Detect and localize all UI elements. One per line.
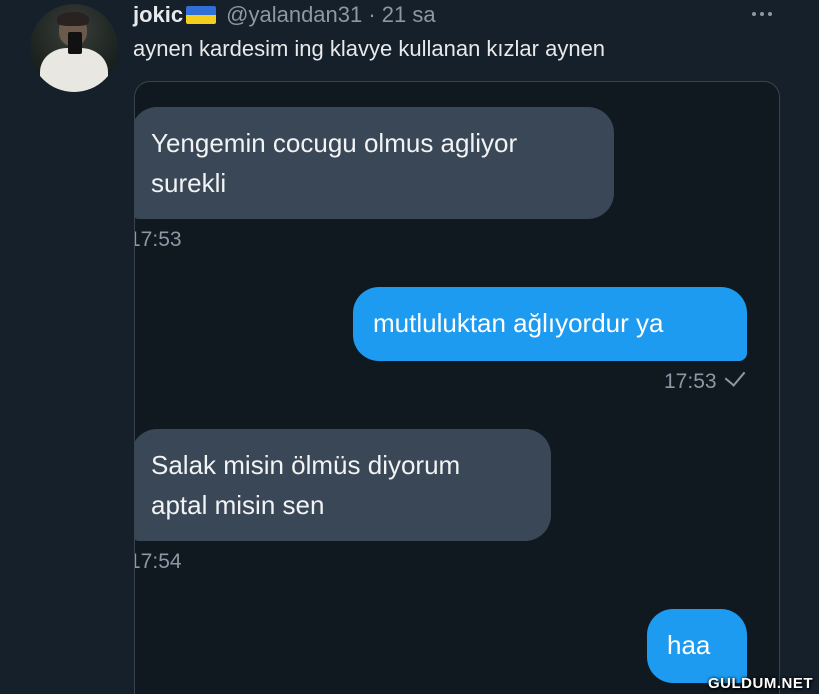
message-text: Salak misin ölmüs diyorum bbox=[151, 450, 461, 480]
message-timestamp-row: 17:53 bbox=[664, 365, 745, 394]
message-bubble-outgoing: mutluluktan ağlıyordur ya bbox=[353, 287, 747, 361]
tweet-header: jokic @yalandan31 · 21 sa bbox=[133, 2, 436, 28]
message-timestamp: 17:53 bbox=[664, 370, 717, 393]
check-icon bbox=[724, 365, 745, 387]
handle-and-time[interactable]: @yalandan31 · 21 sa bbox=[226, 2, 435, 28]
message-bubble-incoming: Salak misin ölmüs diyorum aptal misin se… bbox=[135, 429, 551, 541]
ukraine-flag-icon bbox=[186, 6, 217, 24]
message-bubble-incoming: Yengemin cocugu olmus agliyor surekli bbox=[135, 107, 614, 219]
message-timestamp: 17:54 bbox=[134, 550, 182, 573]
message-text: mutluluktan ağlıyordur ya bbox=[373, 308, 664, 338]
message-timestamp: 17:53 bbox=[134, 228, 182, 251]
tweet-text: aynen kardesim ing klavye kullanan kızla… bbox=[133, 36, 606, 61]
message-text: aptal misin sen bbox=[151, 490, 325, 520]
avatar-body bbox=[40, 48, 108, 92]
tweet-media[interactable]: Yengemin cocugu olmus agliyor surekli 17… bbox=[134, 81, 780, 694]
display-name[interactable]: jokic bbox=[133, 2, 183, 28]
message-text: surekli bbox=[151, 168, 227, 198]
avatar-phone bbox=[68, 32, 82, 54]
message-text: haa bbox=[667, 630, 711, 660]
watermark: GULDUM.NET bbox=[708, 675, 813, 692]
message-bubble-outgoing: haa bbox=[647, 609, 747, 683]
message-text: Yengemin cocugu olmus agliyor bbox=[151, 128, 518, 158]
more-dots-icon[interactable] bbox=[746, 2, 778, 26]
avatar-hair bbox=[57, 12, 89, 26]
avatar[interactable] bbox=[30, 4, 118, 92]
tweet-screenshot: jokic @yalandan31 · 21 sa aynen kardesim… bbox=[0, 0, 819, 694]
